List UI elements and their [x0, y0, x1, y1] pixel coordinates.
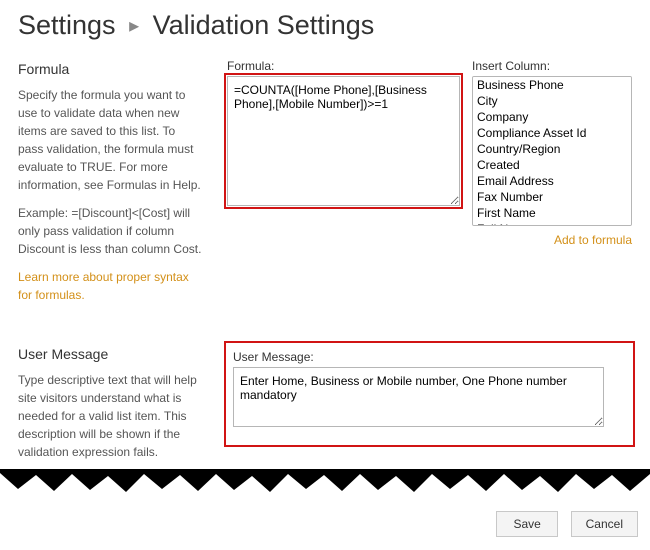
usermsg-input[interactable]	[233, 367, 604, 427]
cancel-button[interactable]: Cancel	[571, 511, 638, 537]
formula-label: Formula:	[227, 59, 460, 73]
chevron-right-icon: ▸	[129, 15, 139, 37]
torn-edge-decoration	[0, 469, 650, 497]
column-option[interactable]: Business Phone	[473, 77, 631, 93]
insert-column-select[interactable]: Business PhoneCityCompanyCompliance Asse…	[472, 76, 632, 226]
usermsg-heading: User Message	[18, 344, 203, 365]
column-option[interactable]: Company	[473, 109, 631, 125]
breadcrumb-parent[interactable]: Settings	[18, 10, 116, 40]
save-button[interactable]: Save	[496, 511, 558, 537]
column-option[interactable]: Country/Region	[473, 141, 631, 157]
add-to-formula-link[interactable]: Add to formula	[554, 233, 632, 247]
column-option[interactable]: Email Address	[473, 173, 631, 189]
formula-desc-2: Example: =[Discount]<[Cost] will only pa…	[18, 204, 203, 258]
formula-input[interactable]	[227, 76, 460, 206]
column-option[interactable]: Compliance Asset Id	[473, 125, 631, 141]
usermsg-label: User Message:	[233, 350, 624, 364]
column-option[interactable]: First Name	[473, 205, 631, 221]
column-option[interactable]: Full Name	[473, 221, 631, 226]
breadcrumb: Settings ▸ Validation Settings	[18, 10, 632, 41]
column-option[interactable]: City	[473, 93, 631, 109]
insert-column-label: Insert Column:	[472, 59, 632, 73]
formula-heading: Formula	[18, 59, 203, 80]
column-option[interactable]: Fax Number	[473, 189, 631, 205]
formula-help: Formula Specify the formula you want to …	[18, 59, 203, 304]
page-title: Validation Settings	[153, 10, 375, 40]
usermsg-help: User Message Type descriptive text that …	[18, 344, 203, 471]
usermsg-desc: Type descriptive text that will help sit…	[18, 371, 203, 461]
column-option[interactable]: Created	[473, 157, 631, 173]
learn-more-link[interactable]: Learn more about proper syntax for formu…	[18, 270, 189, 302]
formula-desc-1: Specify the formula you want to use to v…	[18, 86, 203, 194]
